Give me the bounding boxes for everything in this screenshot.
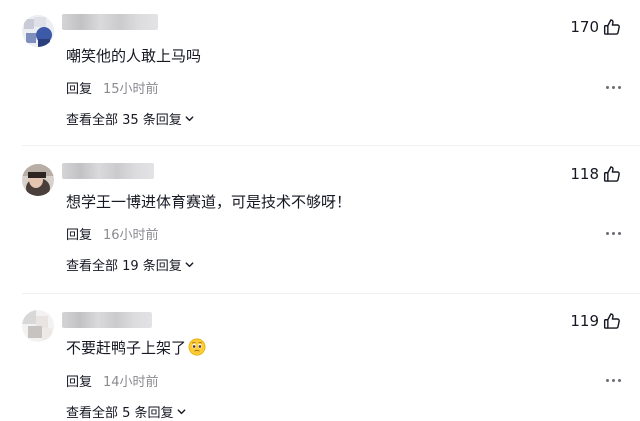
view-replies-label: 查看全部 19 条回复 [66,258,182,274]
like-button[interactable]: 118 [570,163,622,185]
username-blurred[interactable] [62,163,154,179]
view-replies-button[interactable]: 查看全部 19 条回复 [66,255,195,274]
like-count: 118 [570,165,599,183]
like-count: 119 [570,312,599,330]
more-dots-icon[interactable] [606,232,622,236]
chevron-down-icon [185,115,194,121]
username-blurred[interactable] [62,312,152,328]
like-button[interactable]: 119 [570,310,622,332]
comment-item: 170 嘲笑他的人敢上马吗 回复 15小时前 查看全部 35 条回复 [0,0,640,146]
timestamp: 16小时前 [103,227,159,243]
more-dots-icon[interactable] [606,379,622,383]
like-button[interactable]: 170 [570,16,622,38]
comment-text: 想学王一博进体育赛道，可是技术不够呀！ [66,193,352,211]
reply-button[interactable]: 回复 [66,371,92,390]
view-replies-label: 查看全部 5 条回复 [66,405,174,421]
view-replies-label: 查看全部 35 条回复 [66,112,182,128]
avatar[interactable] [22,164,54,196]
chevron-down-icon [177,408,185,414]
reply-button[interactable]: 回复 [66,224,92,243]
comment-text-content: 不要赶鸭子上架了 [66,339,187,357]
avatar[interactable] [22,15,54,47]
comment-meta: 回复 14小时前 [66,371,159,390]
thumbs-up-icon [603,313,620,329]
comment-item: 119 不要赶鸭子上架了 回复 14小时前 查看全部 5 条回复 [0,298,640,421]
view-replies-button[interactable]: 查看全部 5 条回复 [66,402,187,421]
like-count: 170 [570,18,599,36]
chevron-down-icon [185,261,194,267]
comment-item: 118 想学王一博进体育赛道，可是技术不够呀！ 回复 16小时前 查看全部 19… [0,150,640,294]
avatar[interactable] [22,310,54,342]
view-replies-button[interactable]: 查看全部 35 条回复 [66,109,195,128]
comment-text: 不要赶鸭子上架了 [66,338,206,358]
divider [22,293,640,294]
thumbs-up-icon [603,166,620,182]
more-dots-icon[interactable] [606,86,622,90]
timestamp: 15小时前 [103,81,159,97]
reply-button[interactable]: 回复 [66,78,92,97]
username-blurred[interactable] [62,14,158,30]
comment-meta: 回复 16小时前 [66,224,159,243]
timestamp: 14小时前 [103,374,159,390]
thumbs-up-icon [603,19,620,35]
divider [22,145,640,146]
comment-text: 嘲笑他的人敢上马吗 [66,47,202,65]
comment-meta: 回复 15小时前 [66,78,159,97]
pleading-face-emoji [188,338,206,356]
